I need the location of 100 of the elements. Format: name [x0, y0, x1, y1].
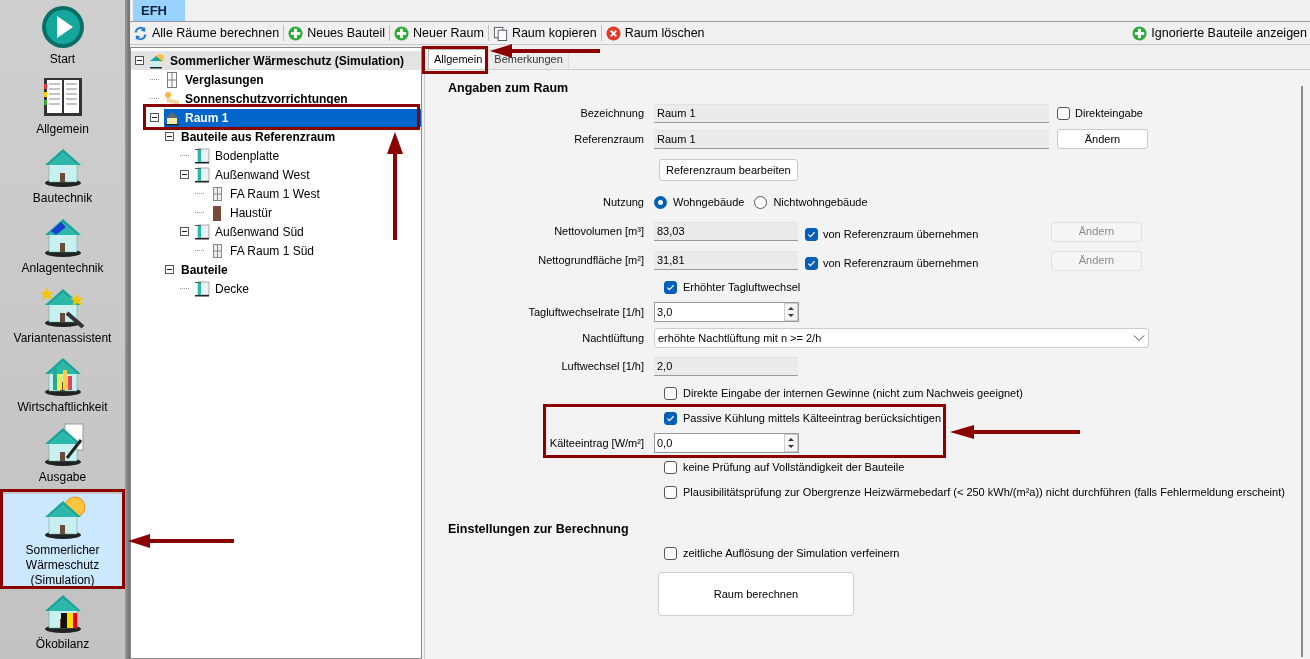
- field-label: Bezeichnung: [579, 105, 645, 121]
- sidebar-item[interactable]: Ausgabe: [0, 422, 125, 492]
- checkbox-label: zeitliche Auflösung der Simulation verfeinern: [683, 546, 900, 562]
- chevron-down-icon: [1133, 334, 1145, 342]
- toolbar-button[interactable]: Neues Bauteil: [288, 23, 385, 43]
- wall-icon: [194, 280, 210, 297]
- sidebar-item[interactable]: Wirtschaftlichkeit: [0, 352, 125, 423]
- check-icon: [666, 283, 675, 292]
- radio-label: Nichtwohngebäude: [773, 195, 868, 211]
- tree-item[interactable]: Haustür: [209, 203, 275, 222]
- sidebar-item[interactable]: Allgemein: [0, 73, 125, 144]
- tree-item[interactable]: FA Raum 1 West: [209, 184, 322, 203]
- checkbox-label: von Referenzraum übernehmen: [823, 227, 979, 243]
- input-field[interactable]: 2,0: [654, 357, 798, 376]
- wall-icon: [194, 166, 210, 183]
- collapse-toggle[interactable]: [165, 132, 174, 141]
- add-icon: [1132, 25, 1148, 41]
- input-field[interactable]: Raum 1: [654, 103, 1049, 123]
- tree-item[interactable]: FA Raum 1 Süd: [209, 241, 317, 260]
- input-field[interactable]: Raum 1: [654, 129, 1049, 149]
- collapse-toggle[interactable]: [135, 56, 144, 65]
- toolbar-button[interactable]: Raum löschen: [605, 23, 705, 43]
- copy-icon: [492, 25, 508, 41]
- checkbox[interactable]: [805, 257, 818, 270]
- checkbox-label: von Referenzraum übernehmen: [823, 256, 979, 272]
- collapse-toggle[interactable]: [150, 113, 159, 122]
- house-icon: [164, 109, 180, 126]
- checkbox-label: Direkteingabe: [1075, 105, 1143, 121]
- tree-item[interactable]: Außenwand West: [194, 165, 312, 184]
- tree-item[interactable]: Außenwand Süd: [194, 222, 306, 241]
- tree-item[interactable]: Verglasungen: [164, 70, 266, 89]
- input-field[interactable]: 83,03: [654, 222, 798, 241]
- field-label: Nutzung: [602, 195, 645, 211]
- toolbar-button[interactable]: Neuer Raum: [394, 23, 484, 43]
- check-icon: [807, 259, 816, 268]
- field-label: Nettogrundfläche [m²]: [537, 253, 645, 269]
- field-label: Referenzraum: [573, 131, 645, 147]
- dropdown[interactable]: erhöhte Nachtlüftung mit n >= 2/h: [654, 328, 1149, 348]
- tree-item[interactable]: Sonnenschutzvorrichtungen: [164, 89, 350, 108]
- checkbox-label: Passive Kühlung mittels Kälteeintrag berücksichtigen: [683, 411, 942, 427]
- toolbar-button[interactable]: Ignorierte Bauteile anzeigen: [1132, 23, 1307, 43]
- check-icon: [666, 414, 675, 423]
- tree-item[interactable]: Bauteile: [179, 260, 230, 279]
- toolbar-button[interactable]: Alle Räume berechnen: [133, 23, 280, 43]
- edit-reference-room-button[interactable]: Referenzraum bearbeiten: [659, 159, 798, 181]
- collapse-toggle[interactable]: [165, 265, 174, 274]
- checkbox-label: Direkte Eingabe der internen Gewinne (nicht zum Nachweis geeignet): [683, 386, 1023, 402]
- collapse-toggle[interactable]: [180, 170, 189, 179]
- checkbox[interactable]: [664, 547, 677, 560]
- collapse-toggle[interactable]: [180, 227, 189, 236]
- checkbox[interactable]: [664, 387, 677, 400]
- checkbox[interactable]: [664, 461, 677, 474]
- tree-item[interactable]: Decke: [194, 279, 251, 298]
- checkbox[interactable]: [664, 281, 677, 294]
- checkbox[interactable]: [805, 228, 818, 241]
- sunshade-icon: [164, 90, 180, 107]
- section-title: Einstellungen zur Berechnung: [447, 520, 630, 538]
- checkbox-label: Plausibilitätsprüfung zur Obergrenze Heizwärmebedarf (< 250 kWh/(m²a)) nicht durchführen (falls Fehlermeldung erscheint): [683, 485, 1285, 501]
- check-icon: [807, 230, 816, 239]
- toolbar-button[interactable]: Raum kopieren: [492, 23, 597, 43]
- checkbox-label: Erhöhter Tagluftwechsel: [683, 280, 801, 296]
- wall-icon: [194, 147, 210, 164]
- sidebar-item[interactable]: Anlagentechnik: [0, 213, 125, 283]
- wall-icon: [194, 223, 210, 240]
- input-field[interactable]: 31,81: [654, 251, 798, 270]
- field-label: Luftwechsel [1/h]: [560, 359, 645, 375]
- document-tab[interactable]: EFH: [133, 0, 185, 21]
- tree-item[interactable]: Bauteile aus Referenzraum: [179, 127, 338, 146]
- add-icon: [288, 25, 304, 41]
- calculate-room-button[interactable]: Raum berechnen: [658, 572, 854, 616]
- checkbox[interactable]: [664, 412, 677, 425]
- scrollbar[interactable]: [1301, 86, 1303, 657]
- sidebar-item[interactable]: Ökobilanz: [0, 589, 125, 659]
- field-label: Nachtlüftung: [581, 330, 645, 346]
- tree-item[interactable]: Bodenplatte: [194, 146, 282, 165]
- spin-arrows-icon[interactable]: [784, 434, 798, 452]
- radio-button[interactable]: [654, 196, 667, 209]
- spin-field[interactable]: 3,0: [654, 302, 799, 322]
- delete-icon: [605, 25, 621, 41]
- sidebar-item[interactable]: Start: [0, 4, 125, 74]
- change-button[interactable]: Ändern: [1057, 129, 1148, 149]
- refresh-icon: [133, 25, 148, 41]
- section-title: Angaben zum Raum: [447, 79, 570, 97]
- house-with-sun-icon: [149, 52, 165, 69]
- radio-label: Wohngebäude: [673, 195, 745, 211]
- spin-field[interactable]: 0,0: [654, 433, 799, 453]
- tree-item[interactable]: Raum 1: [164, 108, 421, 127]
- radio-button[interactable]: [754, 196, 768, 209]
- field-label: Tagluftwechselrate [1/h]: [527, 304, 645, 320]
- checkbox-label: keine Prüfung auf Vollständigkeit der Bauteile: [683, 460, 905, 476]
- window-icon: [164, 71, 180, 88]
- add-icon: [394, 25, 409, 41]
- checkbox[interactable]: [1057, 106, 1070, 120]
- spin-arrows-icon[interactable]: [784, 303, 798, 321]
- sidebar-item[interactable]: Variantenassistent: [0, 282, 125, 353]
- sidebar-item[interactable]: Bautechnik: [0, 143, 125, 214]
- field-label: Nettovolumen [m³]: [553, 224, 645, 240]
- field-label: Kälteeintrag [W/m²]: [548, 435, 645, 451]
- checkbox[interactable]: [664, 486, 677, 499]
- highlight-frame: [422, 46, 488, 74]
